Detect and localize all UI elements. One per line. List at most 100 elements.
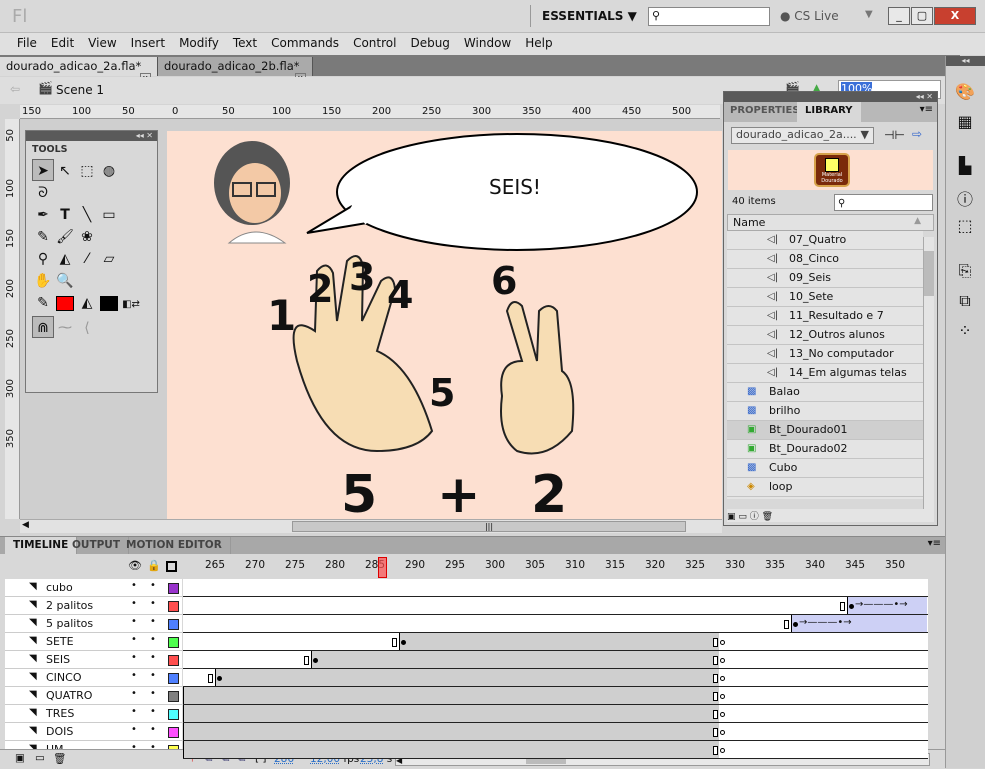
cs-live-dropdown-icon[interactable]: ▼ — [865, 9, 873, 20]
brush-tool-icon[interactable]: 🖌 — [54, 226, 76, 248]
line-tool-icon[interactable]: ╲ — [76, 204, 98, 226]
new-folder-icon[interactable]: ▭ — [738, 512, 747, 522]
stroke-color-icon[interactable]: ✎ — [32, 292, 54, 314]
lock-all-icon[interactable]: 🔒 — [147, 559, 161, 572]
layer-frames[interactable] — [183, 687, 928, 705]
layer-frames[interactable] — [183, 741, 928, 759]
rectangle-tool-icon[interactable]: ▭ — [98, 204, 120, 226]
doc-tab[interactable]: dourado_adicao_2b.fla* x — [158, 57, 313, 76]
smooth-icon[interactable]: ⁓ — [54, 317, 76, 339]
library-item[interactable]: ▩ brilho — [727, 402, 923, 421]
layer-row[interactable]: ◥ cubo • • — [5, 579, 182, 597]
panel-grip[interactable]: ◂◂ ✕ — [26, 131, 157, 141]
pen-tool-icon[interactable]: ✒ — [32, 204, 54, 226]
keyframe[interactable] — [793, 622, 798, 627]
library-document-select[interactable]: dourado_adicao_2a.... ▼ — [731, 127, 874, 144]
layer-row[interactable]: ◥ TRES • • — [5, 705, 182, 723]
library-item[interactable]: ◈ loop — [727, 478, 923, 497]
blank-keyframe[interactable] — [720, 748, 725, 753]
lasso-tool-icon[interactable]: ᘐ — [32, 182, 54, 204]
layer-row[interactable]: ◥ DOIS • • — [5, 723, 182, 741]
blank-keyframe[interactable] — [720, 694, 725, 699]
free-transform-tool-icon[interactable]: ⬚ — [76, 160, 98, 182]
panel-grip[interactable]: ◂◂ ✕ — [724, 92, 937, 102]
blank-keyframe[interactable] — [720, 640, 725, 645]
library-scrollbar[interactable] — [923, 237, 934, 509]
stroke-color-swatch[interactable] — [54, 292, 76, 314]
tab-properties[interactable]: PROPERTIES — [724, 102, 806, 119]
layer-outline-color[interactable] — [168, 673, 179, 684]
transform-icon[interactable]: ⬚ — [954, 216, 976, 238]
library-item[interactable]: ◁| 07_Quatro — [727, 231, 923, 250]
menu-window[interactable]: Window — [457, 33, 518, 50]
menu-help[interactable]: Help — [518, 33, 559, 50]
layer-outline-color[interactable] — [168, 583, 179, 594]
frame-span[interactable] — [215, 669, 719, 686]
swap-colors-icon[interactable]: ◧⇄ — [120, 294, 142, 316]
new-layer-icon[interactable]: ▣ — [15, 752, 25, 764]
dock-collapse-icon[interactable]: ◂◂ — [946, 56, 985, 66]
new-symbol-icon[interactable]: ▣ — [727, 512, 736, 522]
keyframe[interactable] — [313, 658, 318, 663]
keyframe[interactable] — [217, 676, 222, 681]
panel-menu-icon[interactable]: ▾≡ — [920, 104, 933, 115]
menu-debug[interactable]: Debug — [403, 33, 456, 50]
pin-library-icon[interactable]: ⊣⊢ — [884, 128, 905, 142]
lock-toggle[interactable]: • — [150, 688, 156, 699]
selection-tool-icon[interactable]: ➤ — [32, 159, 54, 181]
layer-row[interactable]: ◥ 5 palitos • • — [5, 615, 182, 633]
layer-frames[interactable] — [183, 669, 928, 687]
menu-modify[interactable]: Modify — [172, 33, 226, 50]
layer-frames[interactable] — [183, 633, 928, 651]
visibility-toggle[interactable]: • — [131, 670, 137, 681]
layer-row[interactable]: ◥ QUATRO • • — [5, 687, 182, 705]
frame-span[interactable] — [183, 705, 719, 722]
stage-horizontal-scrollbar[interactable]: ◀ ||| — [20, 519, 722, 533]
layer-outline-color[interactable] — [168, 601, 179, 612]
library-search-input[interactable]: ⚲ — [834, 194, 933, 211]
hand-tool-icon[interactable]: ✋ — [32, 270, 54, 292]
library-item[interactable]: ◁| 14_Em algumas telas — [727, 364, 923, 383]
menu-control[interactable]: Control — [346, 33, 403, 50]
library-item[interactable]: ▩Mao 2 — [727, 497, 923, 499]
scroll-left-icon[interactable]: ◀ — [22, 520, 29, 530]
eraser-tool-icon[interactable]: ▱ — [98, 248, 120, 270]
blank-keyframe[interactable] — [720, 712, 725, 717]
layer-frames[interactable]: →———•→ — [183, 615, 928, 633]
lock-toggle[interactable]: • — [150, 598, 156, 609]
library-item[interactable]: ◁| 08_Cinco — [727, 250, 923, 269]
new-library-panel-icon[interactable]: ⇨ — [912, 127, 922, 141]
visibility-toggle[interactable]: • — [131, 652, 137, 663]
keyframe[interactable] — [849, 604, 854, 609]
library-item[interactable]: ◁| 10_Sete — [727, 288, 923, 307]
visibility-toggle[interactable]: • — [131, 688, 137, 699]
layer-row[interactable]: ◥ CINCO • • — [5, 669, 182, 687]
lock-toggle[interactable]: • — [150, 634, 156, 645]
layer-outline-color[interactable] — [168, 655, 179, 666]
frame-span[interactable] — [311, 651, 719, 668]
close-button[interactable]: X — [934, 7, 976, 25]
eyedropper-tool-icon[interactable]: ⁄ — [76, 248, 98, 270]
visibility-toggle[interactable]: • — [131, 598, 137, 609]
snap-to-objects-icon[interactable]: ⋒ — [32, 316, 54, 338]
text-tool-icon[interactable]: T — [54, 204, 76, 226]
visibility-toggle[interactable]: • — [131, 724, 137, 735]
layer-row[interactable]: ◥ SEIS • • — [5, 651, 182, 669]
back-arrow-icon[interactable]: ⇦ — [10, 82, 20, 96]
layer-frames[interactable] — [183, 651, 928, 669]
visibility-toggle[interactable]: • — [131, 706, 137, 717]
deco-tool-icon[interactable]: ❀ — [76, 226, 98, 248]
library-item[interactable]: ◁| 11_Resultado e 7 — [727, 307, 923, 326]
delete-layer-icon[interactable]: 🗑 — [53, 752, 66, 765]
straighten-icon[interactable]: ⟨ — [76, 317, 98, 339]
pencil-tool-icon[interactable]: ✎ — [32, 226, 54, 248]
menu-file[interactable]: File — [10, 33, 44, 50]
menu-insert[interactable]: Insert — [124, 33, 172, 50]
library-item[interactable]: ▣ Bt_Dourado01 — [727, 421, 923, 440]
layer-outline-color[interactable] — [168, 637, 179, 648]
layer-outline-color[interactable] — [168, 727, 179, 738]
layer-row[interactable]: ◥ 2 palitos • • — [5, 597, 182, 615]
tab-motion-editor[interactable]: MOTION EDITOR — [118, 537, 231, 554]
lock-toggle[interactable]: • — [150, 706, 156, 717]
layer-outline-color[interactable] — [168, 709, 179, 720]
